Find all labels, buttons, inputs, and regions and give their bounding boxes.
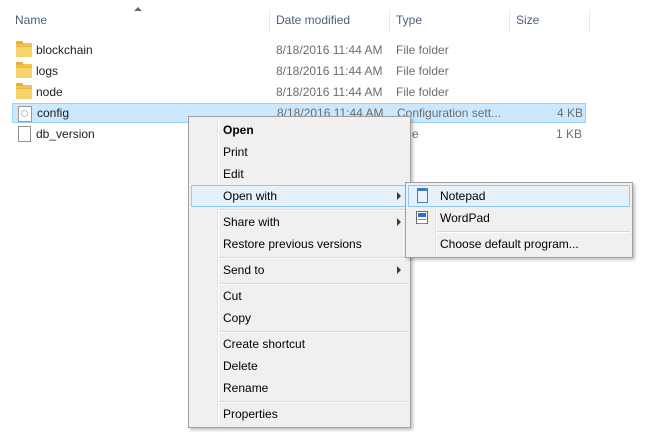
file-type: e [412, 127, 419, 141]
notepad-icon [417, 188, 428, 203]
file-type: File folder [396, 64, 449, 78]
menu-item-rename[interactable]: Rename [191, 377, 408, 399]
explorer-window: Name Date modified Type Size blockchain … [0, 0, 653, 442]
menu-item-edit[interactable]: Edit [191, 163, 408, 185]
file-row[interactable]: logs 8/18/2016 11:44 AM File folder [12, 61, 586, 81]
submenu-arrow-icon [397, 218, 401, 226]
submenu-item-notepad-label: Notepad [440, 189, 486, 203]
submenu-item-choose-default-program[interactable]: Choose default program... [408, 233, 630, 255]
file-name: blockchain [36, 43, 93, 57]
submenu-arrow-icon [397, 266, 401, 274]
context-menu: Open Print Edit Open with Share with Res… [188, 116, 411, 428]
file-type: Configuration sett... [397, 106, 502, 120]
file-size [532, 40, 582, 60]
menu-item-cut[interactable]: Cut [191, 285, 408, 307]
file-type: File folder [396, 43, 449, 57]
file-size: 4 KB [556, 106, 583, 120]
menu-item-delete[interactable]: Delete [191, 355, 408, 377]
file-name: node [36, 85, 63, 99]
folder-icon [16, 41, 32, 57]
file-row[interactable]: node 8/18/2016 11:44 AM File folder [12, 82, 586, 102]
column-header-name[interactable]: Name [9, 10, 270, 33]
column-header-size[interactable]: Size [510, 10, 590, 33]
menu-item-copy[interactable]: Copy [191, 307, 408, 329]
submenu-item-notepad[interactable]: Notepad [408, 185, 630, 207]
menu-item-open-with[interactable]: Open with [191, 185, 408, 207]
folder-icon [16, 62, 32, 78]
menu-item-share-with[interactable]: Share with [191, 211, 408, 233]
file-icon [18, 126, 31, 142]
column-header-type[interactable]: Type [390, 10, 510, 33]
menu-item-restore-previous-versions[interactable]: Restore previous versions [191, 233, 408, 255]
file-date-modified: 8/18/2016 11:44 AM [276, 43, 383, 57]
menu-item-send-to-label: Send to [223, 263, 265, 277]
menu-item-open[interactable]: Open [191, 119, 408, 141]
column-header-bar: Name Date modified Type Size [0, 0, 653, 33]
menu-item-properties[interactable]: Properties [191, 403, 408, 425]
menu-item-create-shortcut[interactable]: Create shortcut [191, 333, 408, 355]
file-size [532, 82, 582, 102]
column-header-date-modified[interactable]: Date modified [270, 10, 390, 33]
file-row[interactable]: blockchain 8/18/2016 11:44 AM File folde… [12, 40, 586, 60]
submenu-item-wordpad[interactable]: WordPad [408, 207, 630, 229]
file-date-modified: 8/18/2016 11:44 AM [276, 85, 383, 99]
file-size [532, 61, 582, 81]
submenu-arrow-icon [397, 192, 401, 200]
file-type: File folder [396, 85, 449, 99]
wordpad-icon [416, 211, 428, 224]
folder-icon [16, 83, 32, 99]
open-with-submenu: Notepad WordPad Choose default program..… [405, 182, 633, 258]
submenu-item-wordpad-label: WordPad [440, 211, 490, 225]
menu-item-open-with-label: Open with [223, 189, 278, 203]
file-size: 1 KB [555, 127, 582, 141]
file-name: logs [36, 64, 59, 78]
settings-file-icon [18, 106, 32, 122]
file-date-modified: 8/18/2016 11:44 AM [276, 64, 383, 78]
menu-item-print[interactable]: Print [191, 141, 408, 163]
menu-item-send-to[interactable]: Send to [191, 259, 408, 281]
menu-item-share-with-label: Share with [223, 215, 280, 229]
